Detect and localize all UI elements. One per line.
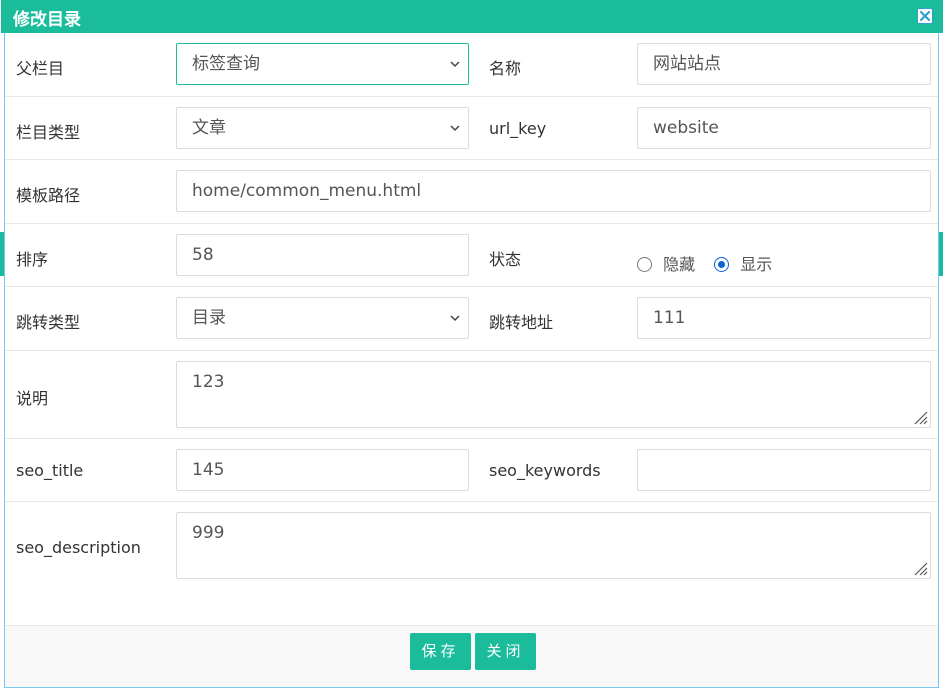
template-path-input-value: home/common_menu.html: [192, 181, 422, 201]
status-option-hidden-label: 隐藏: [663, 255, 696, 274]
form-row-sort-status: 排序 58 状态 隐藏 显示: [5, 224, 938, 287]
url-key-input[interactable]: website: [637, 107, 931, 149]
radio-hidden[interactable]: [637, 257, 652, 272]
save-button[interactable]: 保存: [410, 633, 471, 670]
close-dialog-button[interactable]: 关闭: [475, 633, 536, 670]
seo-title-label: seo_title: [16, 461, 84, 480]
sort-input[interactable]: 58: [176, 234, 469, 276]
edit-directory-dialog: 修改目录 父栏目 标签查询 名称 网站站点 栏目类型 文章 url_key we…: [1, 0, 943, 688]
close-icon: [919, 10, 931, 22]
form-row-template-path: 模板路径 home/common_menu.html: [5, 160, 938, 224]
seo-description-textarea[interactable]: 999: [176, 512, 931, 579]
close-button[interactable]: [917, 8, 933, 24]
form-row-seo-description: seo_description 999: [5, 502, 938, 592]
form-row-seo-title-keywords: seo_title 145 seo_keywords: [5, 439, 938, 502]
description-textarea[interactable]: 123: [176, 361, 931, 428]
dialog-titlebar[interactable]: 修改目录: [1, 0, 943, 33]
jump-address-label: 跳转地址: [489, 313, 554, 332]
url-key-input-value: website: [653, 118, 719, 138]
parent-select[interactable]: 标签查询: [176, 43, 469, 85]
description-label: 说明: [16, 389, 49, 408]
jump-type-select-value: 目录: [192, 308, 226, 328]
name-label: 名称: [489, 59, 522, 78]
form-row-parent-name: 父栏目 标签查询 名称 网站站点: [5, 33, 938, 97]
status-radio-group: 隐藏 显示: [637, 251, 772, 275]
name-input-value: 网站站点: [653, 54, 721, 74]
status-option-shown[interactable]: 显示: [714, 255, 772, 274]
jump-address-input[interactable]: 111: [637, 297, 931, 339]
radio-shown[interactable]: [714, 257, 730, 272]
name-input[interactable]: 网站站点: [637, 43, 931, 85]
url-key-label: url_key: [489, 119, 547, 138]
form-row-jump: 跳转类型 目录 跳转地址 111: [5, 287, 938, 351]
status-option-hidden[interactable]: 隐藏: [637, 255, 700, 274]
seo-keywords-input[interactable]: [637, 449, 931, 491]
template-path-input[interactable]: home/common_menu.html: [176, 170, 931, 212]
chevron-down-icon: [450, 315, 460, 322]
dialog-title: 修改目录: [13, 10, 81, 30]
seo-title-input[interactable]: 145: [176, 449, 469, 491]
background-accent-right: [939, 232, 943, 276]
chevron-down-icon: [450, 61, 460, 68]
seo-description-label: seo_description: [16, 538, 141, 557]
jump-type-select[interactable]: 目录: [176, 297, 469, 339]
seo-keywords-label: seo_keywords: [489, 461, 601, 480]
form-row-type-urlkey: 栏目类型 文章 url_key website: [5, 97, 938, 160]
sort-label: 排序: [16, 250, 49, 269]
resize-grip-icon[interactable]: [912, 409, 928, 425]
description-textarea-value: 123: [192, 372, 225, 392]
seo-title-input-value: 145: [192, 460, 225, 480]
seo-description-textarea-value: 999: [192, 523, 225, 543]
column-type-select-value: 文章: [192, 118, 226, 138]
column-type-label: 栏目类型: [16, 123, 81, 142]
status-option-shown-label: 显示: [740, 255, 773, 274]
parent-select-value: 标签查询: [192, 54, 260, 74]
sort-input-value: 58: [192, 245, 214, 265]
jump-address-input-value: 111: [653, 308, 686, 328]
chevron-down-icon: [450, 125, 460, 132]
template-path-label: 模板路径: [16, 186, 81, 205]
column-type-select[interactable]: 文章: [176, 107, 469, 149]
resize-grip-icon[interactable]: [912, 560, 928, 576]
dialog-footer: 保存 关闭: [5, 625, 938, 687]
form-row-description: 说明 123: [5, 351, 938, 439]
status-label: 状态: [489, 250, 522, 269]
jump-type-label: 跳转类型: [16, 313, 81, 332]
parent-label: 父栏目: [16, 59, 65, 78]
